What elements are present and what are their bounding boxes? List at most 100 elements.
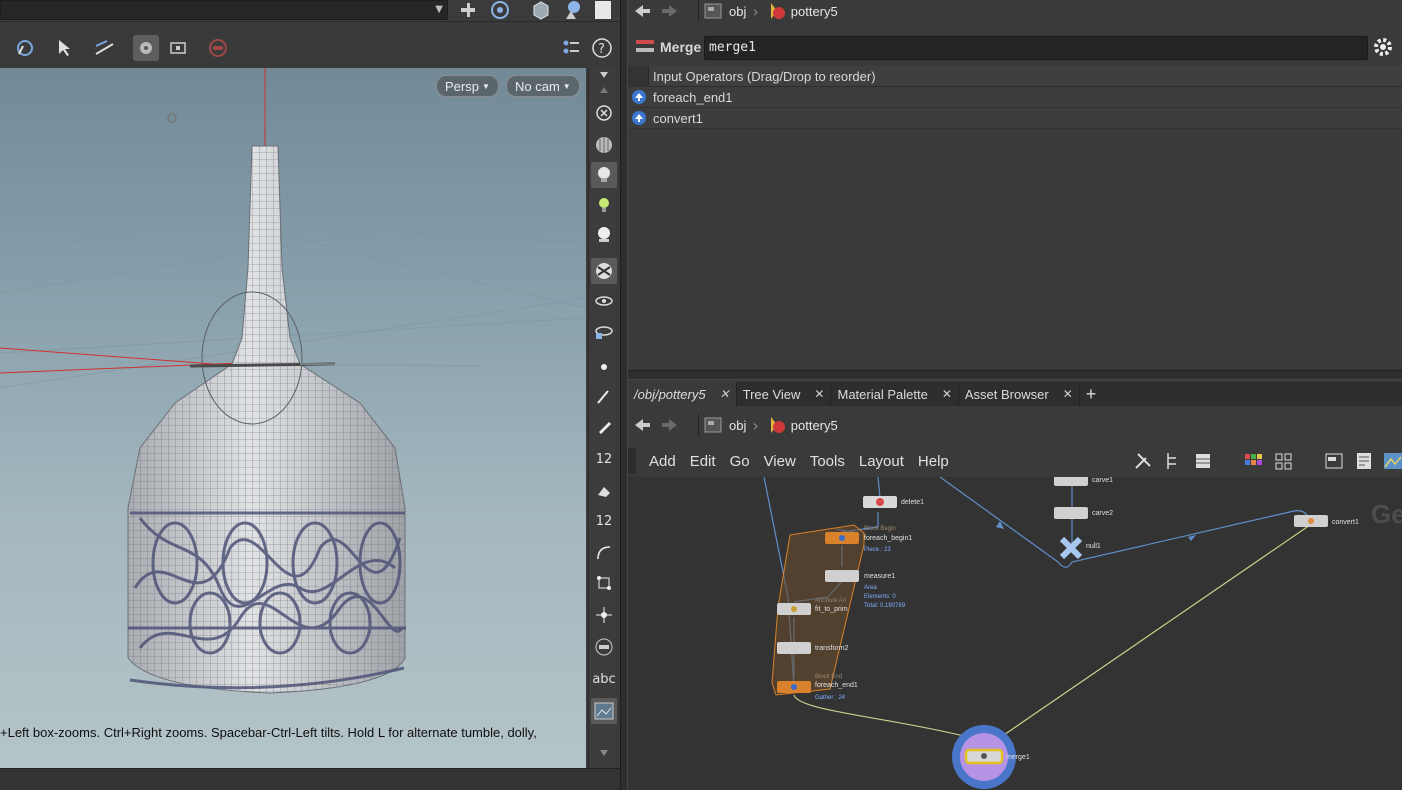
color-palette-icon[interactable] xyxy=(1240,448,1266,474)
menu-view[interactable]: View xyxy=(757,453,803,470)
svg-text:carve1: carve1 xyxy=(1092,477,1113,484)
background-image-icon[interactable] xyxy=(591,698,617,724)
frame-icon[interactable] xyxy=(165,35,191,61)
node-name-field[interactable]: merge1 xyxy=(704,36,1368,60)
scroll-down-icon[interactable] xyxy=(591,744,617,762)
abc-text-icon[interactable]: abc xyxy=(591,666,617,692)
close-icon[interactable]: ✕ xyxy=(1063,387,1073,401)
no-entry-icon[interactable] xyxy=(205,35,231,61)
forward-arrow-icon[interactable] xyxy=(656,0,684,22)
snap-grid-icon[interactable] xyxy=(133,35,159,61)
menu-help[interactable]: Help xyxy=(911,453,956,470)
svg-text:Elements: 0: Elements: 0 xyxy=(864,594,896,600)
pane-splitter-horizontal[interactable] xyxy=(628,370,1402,380)
cube-icon[interactable] xyxy=(528,0,554,23)
abc-label: abc xyxy=(592,671,616,687)
breadcrumb-pottery5[interactable]: pottery5 xyxy=(765,414,838,436)
menu-tools[interactable]: Tools xyxy=(803,453,852,470)
list-tool-icon[interactable] xyxy=(591,634,617,660)
bounding-box-icon[interactable] xyxy=(591,570,617,596)
persp-label: Persp xyxy=(445,78,479,94)
network-watermark: Ge xyxy=(1371,499,1402,529)
jump-to-node-icon[interactable] xyxy=(628,108,649,129)
forward-arrow-icon[interactable] xyxy=(656,414,684,436)
menu-go[interactable]: Go xyxy=(723,453,757,470)
lightbulb-icon[interactable] xyxy=(591,162,617,188)
pin-icon[interactable] xyxy=(456,0,482,23)
close-icon[interactable]: ✕ xyxy=(814,387,824,401)
back-arrow-icon[interactable] xyxy=(628,0,656,22)
viewport-hint-text: +Left box-zooms. Ctrl+Right zooms. Space… xyxy=(0,725,537,740)
square-icon[interactable] xyxy=(590,0,616,23)
snap-12-label: 12 xyxy=(595,451,613,467)
camera-menu-button[interactable]: No cam ▼ xyxy=(506,75,580,97)
delete1-node: delete1 xyxy=(863,496,924,508)
point-icon[interactable] xyxy=(591,354,617,380)
help-icon[interactable]: ? xyxy=(589,35,615,61)
3d-viewport[interactable]: Persp ▼ No cam ▼ +Left box-zooms. Ctrl+R… xyxy=(0,68,586,768)
persp-menu-button[interactable]: Persp ▼ xyxy=(436,75,499,97)
svg-text:merge1: merge1 xyxy=(1006,754,1030,761)
visibility-icon[interactable] xyxy=(591,318,617,344)
sphere-shading-icon[interactable] xyxy=(591,132,617,158)
display-options-icon[interactable] xyxy=(558,35,584,61)
transform-handle-icon[interactable] xyxy=(92,35,118,61)
carve2-node: carve2 xyxy=(1054,507,1113,519)
node-graph: delete1 carve1 carve2 null1 convert1 Blo… xyxy=(763,477,1402,789)
jump-to-node-icon[interactable] xyxy=(628,87,649,108)
input-row[interactable]: convert1 xyxy=(628,108,1402,129)
close-icon[interactable]: ✕ xyxy=(720,387,730,401)
input-row[interactable]: foreach_end1 xyxy=(628,87,1402,108)
tab-label: /obj/pottery5 xyxy=(634,386,706,402)
shapes-icon[interactable] xyxy=(560,0,586,23)
breadcrumb-obj[interactable]: obj xyxy=(698,0,746,22)
back-arrow-icon[interactable] xyxy=(628,414,656,436)
ball-shading-icon[interactable] xyxy=(591,258,617,284)
close-circle-icon[interactable] xyxy=(591,100,617,126)
gear-icon[interactable] xyxy=(1370,34,1396,60)
snap-12-b-icon[interactable]: 12 xyxy=(591,508,617,534)
list-view-icon[interactable] xyxy=(1190,448,1216,474)
pin-tool-icon[interactable] xyxy=(591,602,617,628)
menu-layout[interactable]: Layout xyxy=(852,453,911,470)
pane-splitter[interactable] xyxy=(620,0,628,790)
menu-add[interactable]: Add xyxy=(642,453,683,470)
triangle-right-icon[interactable] xyxy=(591,68,617,82)
network-editor[interactable]: delete1 carve1 carve2 null1 convert1 Blo… xyxy=(628,477,1402,790)
svg-text:null1: null1 xyxy=(1086,543,1101,550)
layout-icon[interactable] xyxy=(1321,448,1347,474)
tree-icon[interactable] xyxy=(1160,448,1186,474)
notes-icon[interactable] xyxy=(1351,448,1377,474)
tab-asset-browser[interactable]: Asset Browser ✕ xyxy=(959,382,1080,406)
view-tool-icon[interactable] xyxy=(12,35,38,61)
snap-12-a-icon[interactable]: 12 xyxy=(591,446,617,472)
menu-edit[interactable]: Edit xyxy=(683,453,723,470)
obj-network-icon xyxy=(704,3,722,19)
select-arrow-icon[interactable] xyxy=(52,35,78,61)
input-operators-header: Input Operators (Drag/Drop to reorder) xyxy=(628,65,1402,87)
svg-text:?: ? xyxy=(598,42,605,57)
target-icon[interactable] xyxy=(487,0,513,23)
curve-tool-icon[interactable] xyxy=(591,540,617,566)
svg-text:foreach_end1: foreach_end1 xyxy=(815,682,858,689)
tab-network[interactable]: /obj/pottery5 ✕ xyxy=(628,382,737,406)
tab-material-palette[interactable]: Material Palette ✕ xyxy=(831,382,959,406)
light-green-icon[interactable] xyxy=(591,192,617,218)
tab-tree-view[interactable]: Tree View ✕ xyxy=(737,382,832,406)
eye-icon[interactable] xyxy=(591,288,617,314)
spotlight-icon[interactable] xyxy=(591,222,617,248)
background-image-icon[interactable] xyxy=(1380,448,1402,474)
breadcrumb-obj[interactable]: obj xyxy=(698,414,746,436)
wrench-icon[interactable] xyxy=(1130,448,1156,474)
shape-palette-icon[interactable] xyxy=(1271,448,1297,474)
scroll-up-icon[interactable] xyxy=(591,82,617,98)
eraser-icon[interactable] xyxy=(591,478,617,504)
network-menu-bar: Add Edit Go View Tools Layout Help xyxy=(628,446,1402,476)
brush-icon[interactable] xyxy=(591,384,617,410)
breadcrumb-pottery5[interactable]: pottery5 xyxy=(765,0,838,22)
viewport-dropdown[interactable]: ▼ xyxy=(0,0,448,20)
pen-icon[interactable] xyxy=(591,414,617,440)
close-icon[interactable]: ✕ xyxy=(942,387,952,401)
add-tab-plus-icon[interactable]: + xyxy=(1080,382,1103,406)
viewport-status-bar xyxy=(0,768,620,790)
